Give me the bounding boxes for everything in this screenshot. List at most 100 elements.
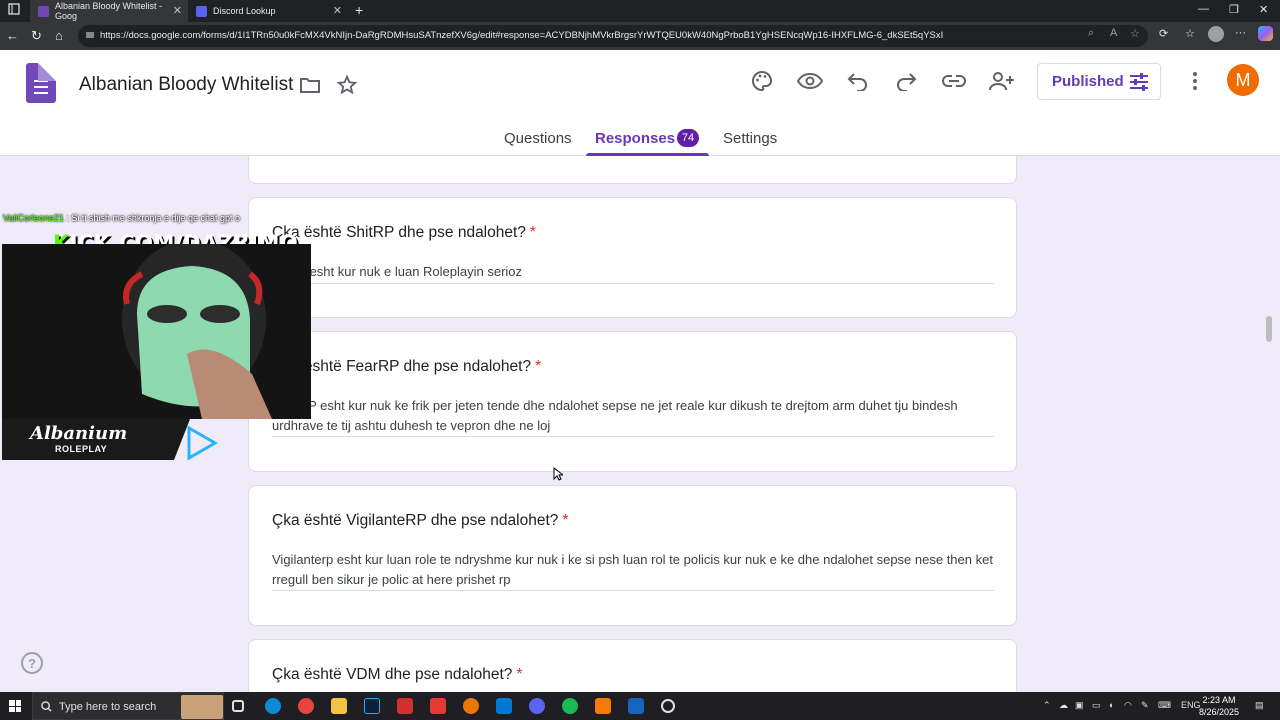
more-vert-icon[interactable] — [1182, 68, 1208, 94]
answer-text: Shitrp esht kur nuk e luan Roleplayin se… — [272, 264, 523, 279]
store-icon[interactable] — [496, 698, 512, 714]
file-explorer-icon[interactable] — [331, 698, 347, 714]
help-icon[interactable]: ? — [21, 652, 43, 674]
favorites-icon[interactable]: ☆ — [1185, 27, 1195, 40]
taskbar-search[interactable]: Type here to search — [32, 692, 224, 720]
browser-tab-bar: Albanian Bloody Whitelist - Goog ✕ Disco… — [0, 0, 1280, 22]
google-forms-icon — [38, 5, 49, 17]
question-text: Çka është FearRP dhe pse ndalohet? * — [272, 358, 541, 376]
onedrive-icon[interactable]: ☁ — [1059, 700, 1068, 711]
task-view-icon[interactable] — [232, 700, 244, 712]
pen-icon[interactable]: ✎ — [1141, 700, 1149, 711]
question-text: Çka është ShitRP dhe pse ndalohet? * — [272, 224, 536, 242]
avatar[interactable]: M — [1227, 64, 1259, 96]
question-label: Çka është VigilanteRP dhe pse ndalohet? — [272, 512, 559, 529]
question-text: Çka është VigilanteRP dhe pse ndalohet? * — [272, 512, 568, 530]
response-card: Çka është FearRP dhe pse ndalohet? * Fear… — [248, 331, 1017, 472]
question-label: Çka është VDM dhe pse ndalohet? — [272, 666, 513, 683]
discord-taskbar-icon[interactable] — [529, 698, 545, 714]
favorite-icon[interactable]: ☆ — [1130, 27, 1140, 40]
roleplay-logo: Albanium — [30, 423, 128, 444]
app-blue-icon[interactable] — [628, 698, 644, 714]
refresh-extension-icon[interactable]: ⟳ — [1159, 27, 1168, 40]
photoshop-icon[interactable] — [364, 698, 380, 714]
discord-icon — [196, 5, 207, 17]
redo-icon[interactable] — [893, 68, 919, 94]
home-icon[interactable]: ⌂ — [55, 28, 63, 44]
tray-wifi-icon[interactable]: ◠ — [1124, 700, 1132, 711]
response-card: Çka është VigilanteRP dhe pse ndalohet? *… — [248, 485, 1017, 626]
app-grid-icon[interactable] — [430, 698, 446, 714]
reload-icon[interactable]: ↻ — [31, 28, 42, 44]
answer-underline — [272, 283, 994, 284]
copilot-icon[interactable] — [1258, 26, 1273, 41]
required-marker: * — [562, 512, 569, 529]
answer-text: Vigilanterp esht kur luan role te ndrysh… — [272, 552, 993, 587]
zoom-icon[interactable]: ⌕ — [1088, 27, 1094, 40]
close-tab-icon[interactable]: ✕ — [333, 4, 342, 17]
language-indicator[interactable]: ENG — [1181, 700, 1201, 710]
preview-eye-icon[interactable] — [797, 68, 823, 94]
star-icon[interactable] — [334, 72, 360, 98]
answer-text: FearRP esht kur nuk ke frik per jeten te… — [272, 398, 958, 433]
required-marker: * — [529, 224, 536, 241]
new-tab-button[interactable]: + — [355, 2, 363, 18]
app-circle-icon[interactable] — [661, 699, 675, 713]
site-info-icon[interactable] — [84, 29, 96, 41]
search-icon — [41, 701, 52, 712]
tab-questions[interactable]: Questions — [504, 130, 572, 147]
taskbar-clock[interactable]: 2:23 AM 8/26/2025 — [1199, 694, 1239, 718]
network-icon[interactable]: ▭ — [1092, 700, 1101, 711]
browser-menu-icon[interactable] — [8, 3, 20, 19]
tab-forms[interactable]: Albanian Bloody Whitelist - Goog ✕ — [30, 0, 188, 22]
answer-underline — [272, 436, 994, 437]
start-button[interactable] — [9, 700, 21, 712]
close-tab-icon[interactable]: ✕ — [173, 4, 182, 17]
roleplay-subtitle: ROLEPLAY — [55, 444, 108, 454]
more-options-icon[interactable]: ··· — [1235, 27, 1246, 39]
google-forms-logo-icon[interactable] — [26, 63, 56, 103]
required-marker: * — [535, 358, 542, 375]
search-highlight-image — [181, 695, 223, 719]
tab-settings[interactable]: Settings — [723, 130, 777, 147]
profile-icon[interactable] — [1208, 26, 1224, 42]
clock-time: 2:23 AM — [1202, 695, 1236, 705]
question-text: Çka është VDM dhe pse ndalohet? * — [272, 666, 522, 684]
tray-chevron-icon[interactable]: ⌃ — [1043, 700, 1051, 711]
undo-icon[interactable] — [845, 68, 871, 94]
app-red-icon[interactable] — [397, 698, 413, 714]
notifications-icon[interactable]: ▤ — [1255, 700, 1264, 711]
back-icon[interactable]: ← — [6, 28, 19, 44]
url-text[interactable]: https://docs.google.com/forms/d/1I1TRn50… — [100, 30, 943, 41]
response-card-partial — [248, 156, 1017, 184]
volume-icon[interactable]: ◖ — [1108, 700, 1113, 710]
app-orange-icon[interactable] — [595, 698, 611, 714]
link-icon[interactable] — [941, 68, 967, 94]
chat-username: ValiCorleone21 — [3, 213, 64, 223]
maximize-button[interactable]: ❐ — [1229, 3, 1239, 16]
published-button[interactable]: Published — [1037, 63, 1161, 100]
search-placeholder: Type here to search — [59, 701, 157, 713]
answer-underline — [272, 590, 994, 591]
form-title[interactable]: Albanian Bloody Whitelist — [79, 74, 293, 96]
minimize-button[interactable]: — — [1198, 3, 1209, 15]
spotify-icon[interactable] — [562, 698, 578, 714]
palette-icon[interactable] — [749, 68, 775, 94]
chrome-icon[interactable] — [298, 698, 314, 714]
page-scrollbar[interactable] — [1266, 316, 1272, 342]
browser-toolbar: ← ↻ ⌂ https://docs.google.com/forms/d/1I… — [0, 22, 1280, 50]
close-window-button[interactable]: ✕ — [1259, 3, 1268, 16]
response-card: Çka është VDM dhe pse ndalohet? * — [248, 639, 1017, 692]
tray-app-icon[interactable]: ▣ — [1075, 700, 1084, 711]
add-collaborator-icon[interactable] — [989, 68, 1015, 94]
address-bar[interactable]: https://docs.google.com/forms/d/1I1TRn50… — [78, 25, 1148, 47]
edge-icon[interactable] — [265, 698, 281, 714]
read-aloud-icon[interactable]: A — [1110, 27, 1117, 39]
keyboard-icon[interactable]: ⌨ — [1158, 700, 1171, 711]
blender-icon[interactable] — [463, 698, 479, 714]
settings-sliders-icon — [1130, 73, 1148, 91]
tab-responses[interactable]: Responses — [595, 130, 675, 147]
tab-discord[interactable]: Discord Lookup ✕ — [188, 0, 348, 22]
folder-icon[interactable] — [297, 72, 323, 98]
mouse-cursor-icon — [553, 467, 563, 481]
